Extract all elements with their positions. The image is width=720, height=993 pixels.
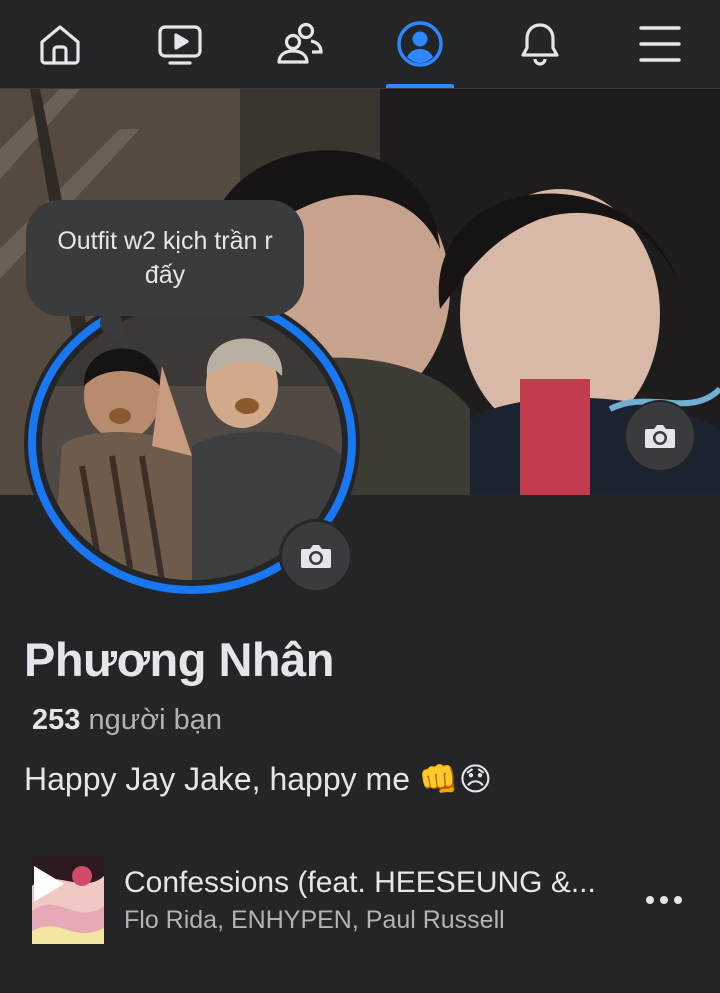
edit-cover-photo-button[interactable] <box>626 402 694 470</box>
camera-icon <box>645 425 675 448</box>
active-tab-indicator <box>386 84 454 88</box>
more-dot-icon <box>646 896 654 904</box>
play-icon[interactable] <box>34 866 64 902</box>
bell-icon <box>521 23 559 66</box>
more-dot-icon <box>674 896 682 904</box>
profile-note-bubble[interactable]: Outfit w2 kịch trần r đấy <box>26 200 304 316</box>
edit-profile-picture-button[interactable] <box>282 522 350 590</box>
nav-profile-tab[interactable] <box>380 0 460 88</box>
video-icon <box>158 25 202 65</box>
friends-count-number: 253 <box>32 704 81 736</box>
nav-notifications-tab[interactable] <box>500 0 580 88</box>
nav-friends-tab[interactable] <box>260 0 340 88</box>
profile-bio: Happy Jay Jake, happy me 👊😞 <box>24 761 493 797</box>
more-dot-icon <box>660 896 668 904</box>
friends-count-label: người bạn <box>88 704 223 736</box>
music-more-options-button[interactable] <box>640 882 688 918</box>
profile-note-text: Outfit w2 kịch trần r đấy <box>57 227 273 289</box>
friends-count[interactable]: 253 người bạn <box>32 704 222 737</box>
home-icon <box>40 25 80 65</box>
nav-home-tab[interactable] <box>20 0 100 88</box>
nav-menu-tab[interactable] <box>620 0 700 88</box>
music-title[interactable]: Confessions (feat. HEESEUNG &... <box>124 866 629 900</box>
music-artists: Flo Rida, ENHYPEN, Paul Russell <box>124 906 505 934</box>
note-bubble-tail-small <box>114 330 124 340</box>
profile-name: Phương Nhân <box>24 633 334 686</box>
camera-icon <box>301 545 331 568</box>
top-navigation-bar <box>0 0 720 89</box>
profile-icon <box>397 21 443 67</box>
friends-icon <box>277 22 323 64</box>
nav-video-tab[interactable] <box>140 0 220 88</box>
menu-icon <box>639 26 681 62</box>
